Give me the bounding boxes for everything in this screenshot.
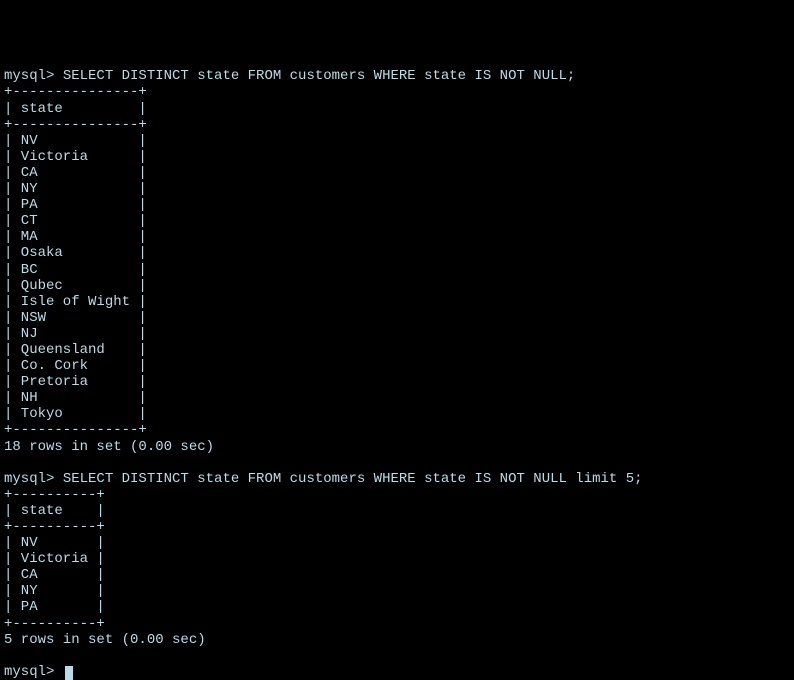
table-border: +---------------+ xyxy=(4,117,147,133)
prompt: mysql> xyxy=(4,68,63,84)
table-row: | PA | xyxy=(4,197,147,213)
table-row: | Osaka | xyxy=(4,245,147,261)
table-row: | NY | xyxy=(4,181,147,197)
table-row: | Queensland | xyxy=(4,342,147,358)
table-row: | Pretoria | xyxy=(4,374,147,390)
table-row: | CA | xyxy=(4,567,105,583)
result-summary: 5 rows in set (0.00 sec) xyxy=(4,632,206,648)
table-row: | Isle of Wight | xyxy=(4,294,147,310)
table-row: | NV | xyxy=(4,535,105,551)
prompt: mysql> xyxy=(4,664,63,680)
table-row: | NV | xyxy=(4,133,147,149)
table-row: | NH | xyxy=(4,390,147,406)
table-row: | NJ | xyxy=(4,326,147,342)
table-row: | CT | xyxy=(4,213,147,229)
table-row: | MA | xyxy=(4,229,147,245)
table-row: | Qubec | xyxy=(4,278,147,294)
table-border: +----------+ xyxy=(4,487,105,503)
command-input[interactable] xyxy=(63,664,73,680)
result-summary: 18 rows in set (0.00 sec) xyxy=(4,439,214,455)
table-border: +---------------+ xyxy=(4,422,147,438)
table-row: | NY | xyxy=(4,583,105,599)
table-row: | Co. Cork | xyxy=(4,358,147,374)
table-border: +---------------+ xyxy=(4,84,147,100)
table-header: | state | xyxy=(4,101,147,117)
cursor-icon xyxy=(65,666,73,680)
table-row: | BC | xyxy=(4,262,147,278)
table-row: | Victoria | xyxy=(4,149,147,165)
sql-query-1: SELECT DISTINCT state FROM customers WHE… xyxy=(63,68,575,84)
table-row: | CA | xyxy=(4,165,147,181)
table-row: | PA | xyxy=(4,599,105,615)
table-border: +----------+ xyxy=(4,519,105,535)
table-row: | Tokyo | xyxy=(4,406,147,422)
table-row: | NSW | xyxy=(4,310,147,326)
sql-query-2: SELECT DISTINCT state FROM customers WHE… xyxy=(63,471,643,487)
table-border: +----------+ xyxy=(4,616,105,632)
table-header: | state | xyxy=(4,503,105,519)
prompt: mysql> xyxy=(4,471,63,487)
table-row: | Victoria | xyxy=(4,551,105,567)
